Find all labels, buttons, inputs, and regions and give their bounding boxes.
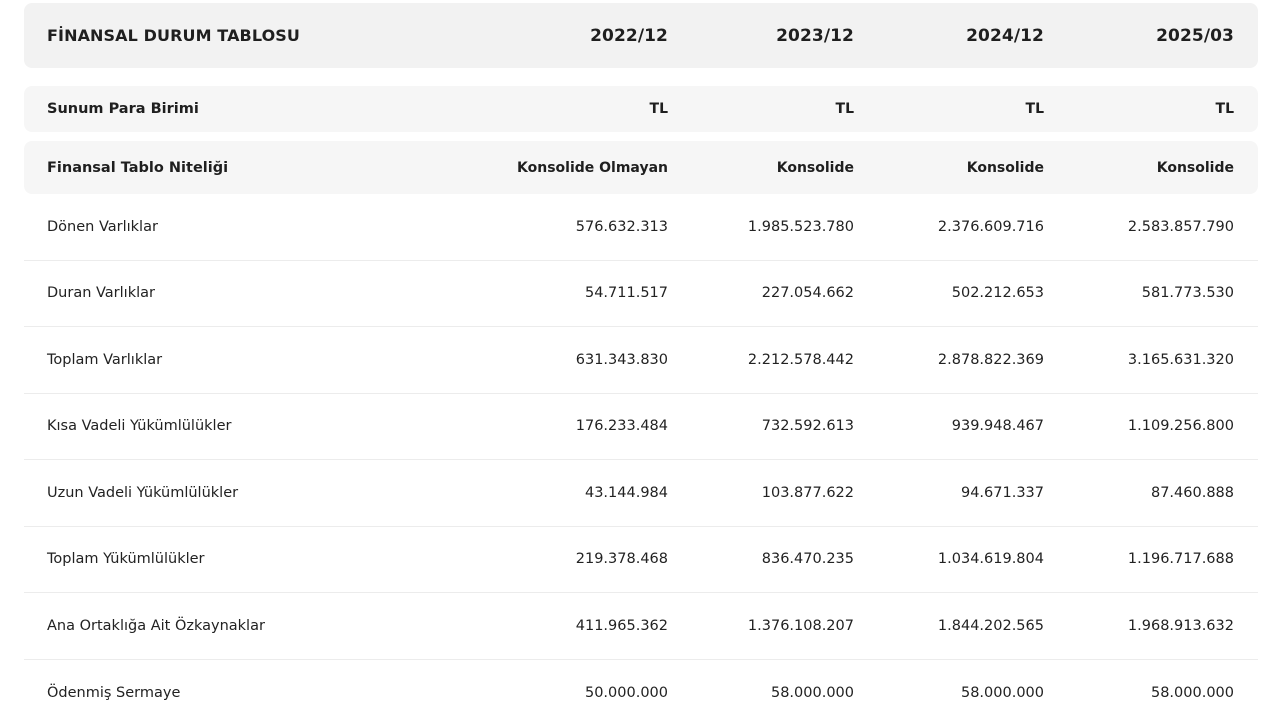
cell-value: 103.877.622 bbox=[668, 485, 854, 501]
table-row: Kısa Vadeli Yükümlülükler 176.233.484 73… bbox=[24, 394, 1258, 461]
cell-value: 836.470.235 bbox=[668, 551, 854, 567]
table-row: Duran Varlıklar 54.711.517 227.054.662 5… bbox=[24, 261, 1258, 328]
table-row: Dönen Varlıklar 576.632.313 1.985.523.78… bbox=[24, 194, 1258, 261]
cell-value: Konsolide Olmayan bbox=[448, 160, 668, 176]
table-row: Toplam Yükümlülükler 219.378.468 836.470… bbox=[24, 527, 1258, 594]
row-label: Uzun Vadeli Yükümlülükler bbox=[24, 485, 448, 501]
statement-type-row: Finansal Tablo Niteliği Konsolide Olmaya… bbox=[24, 141, 1258, 194]
cell-value: 2.376.609.716 bbox=[854, 219, 1044, 235]
cell-value: 87.460.888 bbox=[1044, 485, 1234, 501]
row-label: Toplam Varlıklar bbox=[24, 352, 448, 368]
cell-value: TL bbox=[448, 101, 668, 117]
cell-value: 3.165.631.320 bbox=[1044, 352, 1234, 368]
cell-value: 581.773.530 bbox=[1044, 285, 1234, 301]
cell-value: 939.948.467 bbox=[854, 418, 1044, 434]
cell-value: Konsolide bbox=[854, 160, 1044, 176]
cell-value: 219.378.468 bbox=[448, 551, 668, 567]
cell-value: 94.671.337 bbox=[854, 485, 1044, 501]
financial-position-table: FİNANSAL DURUM TABLOSU 2022/12 2023/12 2… bbox=[24, 3, 1258, 726]
row-label: Ana Ortaklığa Ait Özkaynaklar bbox=[24, 618, 448, 634]
cell-value: 176.233.484 bbox=[448, 418, 668, 434]
cell-value: 50.000.000 bbox=[448, 685, 668, 701]
cell-value: 1.109.256.800 bbox=[1044, 418, 1234, 434]
cell-value: 576.632.313 bbox=[448, 219, 668, 235]
row-label: Finansal Tablo Niteliği bbox=[24, 160, 448, 176]
table-row: Ana Ortaklığa Ait Özkaynaklar 411.965.36… bbox=[24, 593, 1258, 660]
cell-value: Konsolide bbox=[668, 160, 854, 176]
data-rows: Dönen Varlıklar 576.632.313 1.985.523.78… bbox=[24, 194, 1258, 726]
cell-value: 58.000.000 bbox=[854, 685, 1044, 701]
cell-value: Konsolide bbox=[1044, 160, 1234, 176]
table-row: Toplam Varlıklar 631.343.830 2.212.578.4… bbox=[24, 327, 1258, 394]
table-row: Uzun Vadeli Yükümlülükler 43.144.984 103… bbox=[24, 460, 1258, 527]
period-header: 2022/12 bbox=[448, 26, 668, 46]
table-header: FİNANSAL DURUM TABLOSU 2022/12 2023/12 2… bbox=[24, 3, 1258, 68]
currency-row: Sunum Para Birimi TL TL TL TL bbox=[24, 86, 1258, 132]
table-row: Ödenmiş Sermaye 50.000.000 58.000.000 58… bbox=[24, 660, 1258, 726]
row-label: Ödenmiş Sermaye bbox=[24, 685, 448, 701]
period-header: 2025/03 bbox=[1044, 26, 1234, 46]
cell-value: 502.212.653 bbox=[854, 285, 1044, 301]
cell-value: TL bbox=[668, 101, 854, 117]
cell-value: 2.583.857.790 bbox=[1044, 219, 1234, 235]
cell-value: 54.711.517 bbox=[448, 285, 668, 301]
cell-value: 411.965.362 bbox=[448, 618, 668, 634]
cell-value: 58.000.000 bbox=[668, 685, 854, 701]
cell-value: 1.985.523.780 bbox=[668, 219, 854, 235]
row-label: Toplam Yükümlülükler bbox=[24, 551, 448, 567]
cell-value: 58.000.000 bbox=[1044, 685, 1234, 701]
cell-value: 2.878.822.369 bbox=[854, 352, 1044, 368]
cell-value: 631.343.830 bbox=[448, 352, 668, 368]
cell-value: 2.212.578.442 bbox=[668, 352, 854, 368]
row-label: Duran Varlıklar bbox=[24, 285, 448, 301]
period-header: 2024/12 bbox=[854, 26, 1044, 46]
cell-value: 1.196.717.688 bbox=[1044, 551, 1234, 567]
row-label: Dönen Varlıklar bbox=[24, 219, 448, 235]
cell-value: 1.968.913.632 bbox=[1044, 618, 1234, 634]
row-label: Sunum Para Birimi bbox=[24, 101, 448, 117]
row-label: Kısa Vadeli Yükümlülükler bbox=[24, 418, 448, 434]
table-title: FİNANSAL DURUM TABLOSU bbox=[24, 26, 448, 45]
period-header: 2023/12 bbox=[668, 26, 854, 46]
cell-value: 732.592.613 bbox=[668, 418, 854, 434]
cell-value: 1.844.202.565 bbox=[854, 618, 1044, 634]
cell-value: TL bbox=[1044, 101, 1234, 117]
cell-value: 1.034.619.804 bbox=[854, 551, 1044, 567]
cell-value: 1.376.108.207 bbox=[668, 618, 854, 634]
cell-value: 43.144.984 bbox=[448, 485, 668, 501]
cell-value: 227.054.662 bbox=[668, 285, 854, 301]
cell-value: TL bbox=[854, 101, 1044, 117]
